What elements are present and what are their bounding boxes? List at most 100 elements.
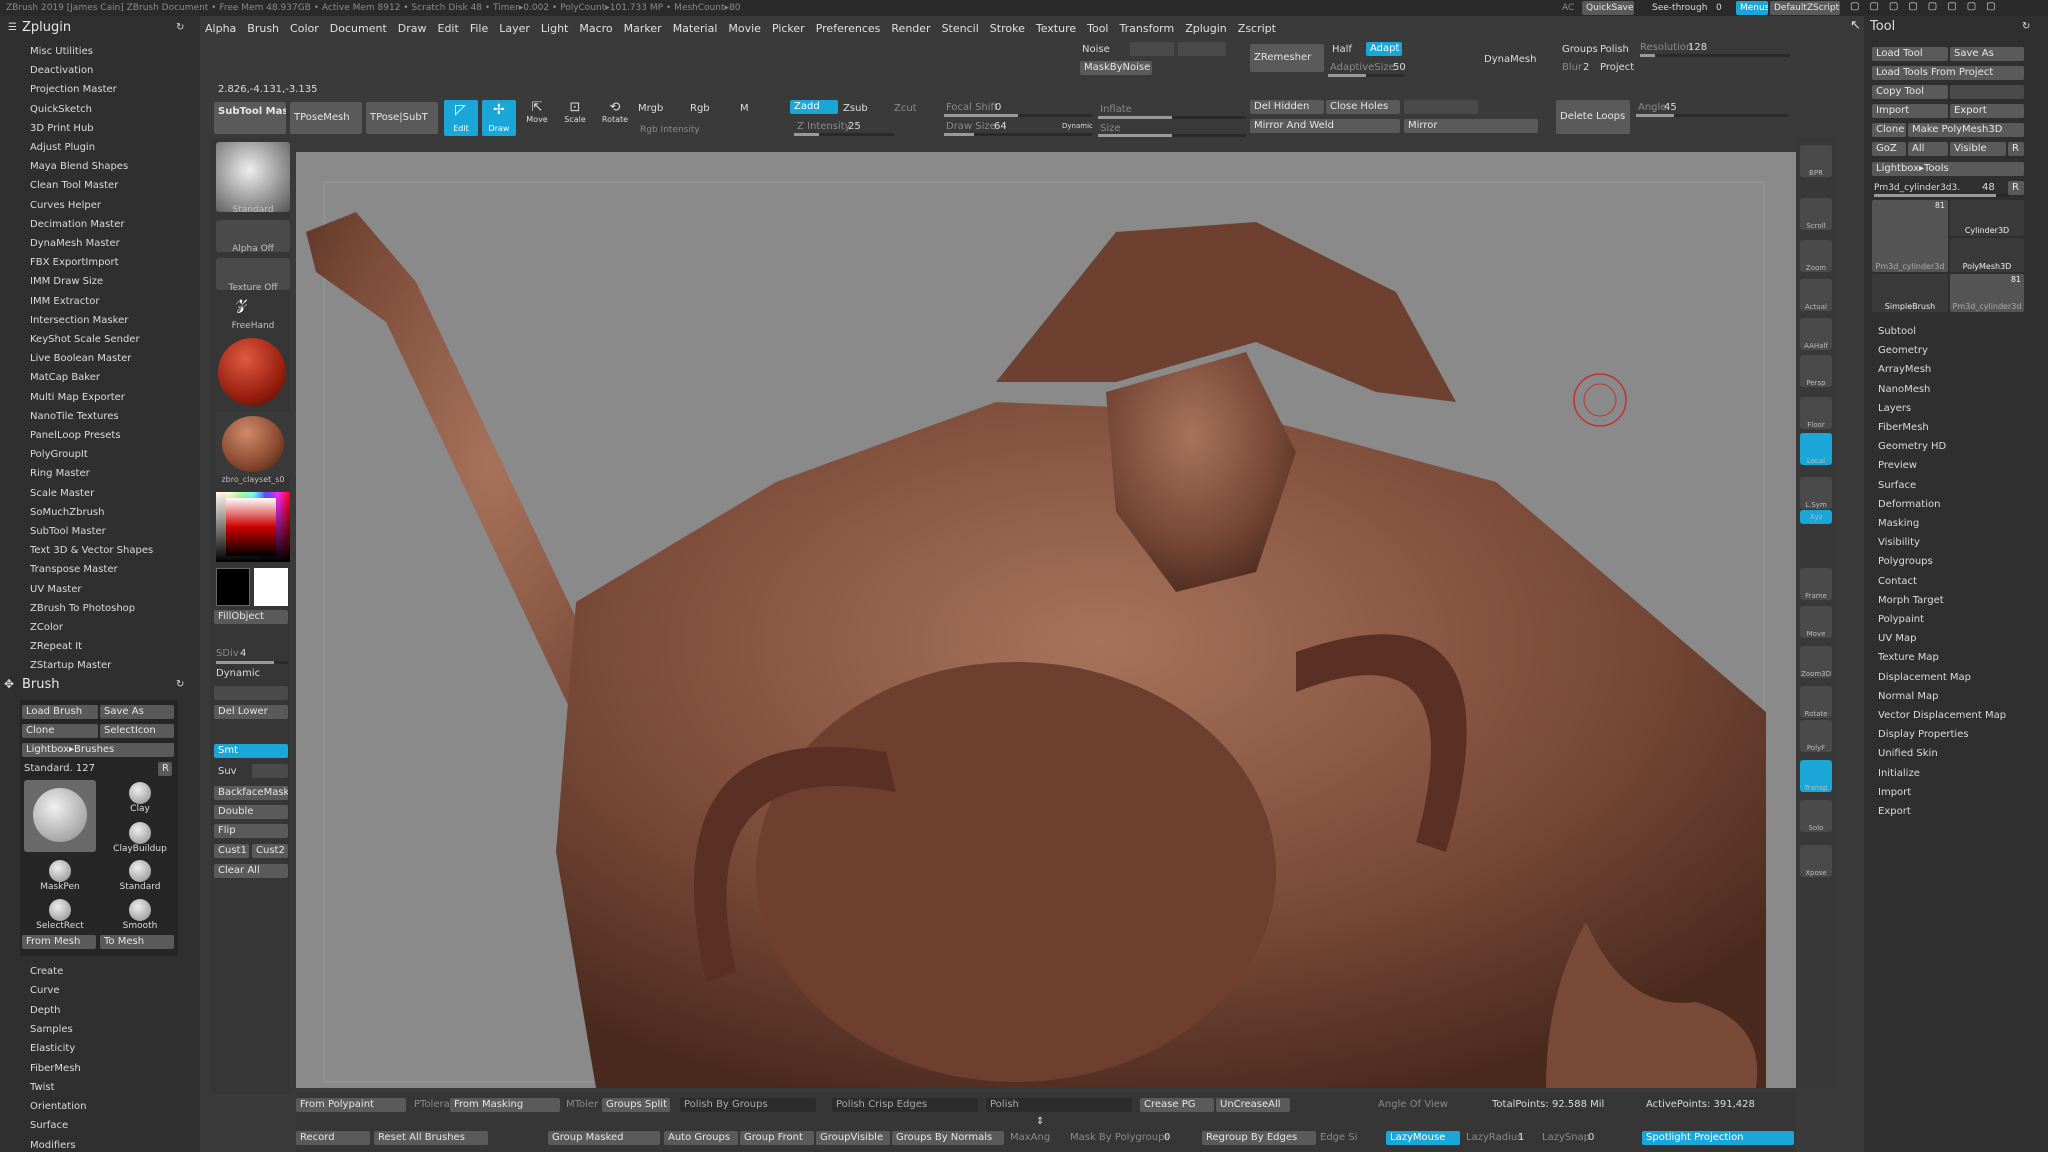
menu-stroke[interactable]: Stroke xyxy=(990,18,1025,40)
menu-brush[interactable]: Brush xyxy=(247,18,279,40)
tool-thumb[interactable]: SimpleBrush xyxy=(1872,274,1948,312)
from-masking-button[interactable]: From Masking xyxy=(450,1098,560,1112)
menu-layer[interactable]: Layer xyxy=(499,18,530,40)
tool-section-initialize[interactable]: Initialize xyxy=(1878,768,1920,779)
del-lower-button[interactable]: Del Lower xyxy=(214,705,288,719)
tool-refresh-icon[interactable]: ↻ xyxy=(2022,21,2030,33)
groups-button[interactable]: Groups xyxy=(1562,44,1598,56)
angle-label[interactable]: Angle xyxy=(1638,102,1666,114)
zcut-button[interactable]: Zcut xyxy=(894,103,917,115)
lazy-snap-label[interactable]: LazySnap xyxy=(1542,1132,1590,1144)
zplugin-item[interactable]: ZStartup Master xyxy=(30,660,111,671)
menu-alpha[interactable]: Alpha xyxy=(205,18,236,40)
zplugin-item[interactable]: MatCap Baker xyxy=(30,372,100,383)
regroup-by-edges-button[interactable]: Regroup By Edges xyxy=(1202,1131,1316,1145)
tool-section-subtool[interactable]: Subtool xyxy=(1878,326,1916,337)
tool-section-normal-map[interactable]: Normal Map xyxy=(1878,691,1938,702)
brush-clone-button[interactable]: Clone xyxy=(22,724,98,738)
zplugin-item[interactable]: Clean Tool Master xyxy=(30,180,118,191)
menu-picker[interactable]: Picker xyxy=(772,18,805,40)
load-brush-button[interactable]: Load Brush xyxy=(22,705,98,719)
to-mesh-button[interactable]: To Mesh xyxy=(100,935,174,949)
zplugin-item[interactable]: FBX ExportImport xyxy=(30,257,119,268)
m-button[interactable]: M xyxy=(740,103,749,115)
lazy-radius-label[interactable]: LazyRadius xyxy=(1466,1132,1522,1144)
lazy-mouse-button[interactable]: LazyMouse xyxy=(1386,1131,1460,1145)
color-picker-field[interactable] xyxy=(226,498,276,556)
brush-refresh-icon[interactable]: ↻ xyxy=(176,679,184,691)
primary-color-swatch[interactable] xyxy=(254,568,288,606)
flip-button[interactable]: Flip xyxy=(214,824,288,838)
zplugin-item[interactable]: PanelLoop Presets xyxy=(30,430,121,441)
tool-section-display-properties[interactable]: Display Properties xyxy=(1878,729,1969,740)
zplugin-refresh-icon[interactable]: ↻ xyxy=(176,22,184,34)
load-tool-button[interactable]: Load Tool xyxy=(1872,47,1948,61)
z-intensity-track[interactable] xyxy=(794,133,894,136)
brush-thumb[interactable]: MaskPen xyxy=(24,858,96,894)
from-polypaint-button[interactable]: From Polypaint xyxy=(296,1098,406,1112)
zplugin-item[interactable]: PolyGroupIt xyxy=(30,449,88,460)
project-button[interactable]: Project xyxy=(1600,62,1634,74)
mtolerance-slider[interactable]: MToler xyxy=(566,1099,598,1111)
brush-section-elasticity[interactable]: Elasticity xyxy=(30,1043,75,1054)
angle-track[interactable] xyxy=(1636,114,1788,117)
zplugin-item[interactable]: Maya Blend Shapes xyxy=(30,161,128,172)
zplugin-item[interactable]: ZColor xyxy=(30,622,63,633)
zplugin-item[interactable]: Ring Master xyxy=(30,468,90,479)
tool-section-deformation[interactable]: Deformation xyxy=(1878,499,1940,510)
clear-all-button[interactable]: Clear All xyxy=(214,864,288,878)
disabled-button[interactable] xyxy=(1404,100,1478,114)
goz-visible-button[interactable]: Visible xyxy=(1950,142,2006,156)
tool-section-visibility[interactable]: Visibility xyxy=(1878,537,1920,548)
tool-section-layers[interactable]: Layers xyxy=(1878,403,1911,414)
angle-of-view-slider[interactable]: Angle Of View xyxy=(1378,1099,1448,1111)
zplugin-item[interactable]: SoMuchZbrush xyxy=(30,507,104,518)
crease-pg-button[interactable]: Crease PG xyxy=(1140,1098,1214,1112)
focal-shift-track[interactable] xyxy=(944,114,1092,117)
polish-slider[interactable]: Polish xyxy=(986,1098,1132,1112)
uncrease-all-button[interactable]: UnCreaseAll xyxy=(1216,1098,1290,1112)
mirror-and-weld-button[interactable]: Mirror And Weld xyxy=(1250,119,1400,133)
menu-render[interactable]: Render xyxy=(891,18,930,40)
mask-by-noise-button[interactable]: MaskByNoise xyxy=(1080,61,1152,75)
quicksave-button[interactable]: QuickSave xyxy=(1582,1,1634,15)
tool-section-nanomesh[interactable]: NanoMesh xyxy=(1878,384,1930,395)
adapt-button[interactable]: Adapt xyxy=(1366,42,1402,56)
brush-thumb[interactable]: SelectRect xyxy=(24,897,96,933)
material-sphere-red[interactable] xyxy=(218,338,286,406)
brush-thumb[interactable]: ClayBuildup xyxy=(104,820,176,856)
dynamic-subdiv-button[interactable]: Dynamic xyxy=(216,668,260,680)
noise-sub-button-1[interactable] xyxy=(1130,42,1174,56)
window-controls-icon[interactable]: ▢▢▢▢▢▢▢▢ xyxy=(1850,1,2006,13)
adaptive-size-label[interactable]: AdaptiveSize xyxy=(1330,62,1395,74)
resolution-track[interactable] xyxy=(1640,54,1790,57)
scale-mode-button[interactable]: ⊡ Scale xyxy=(560,101,590,134)
tool-import-button[interactable]: Import xyxy=(1872,104,1948,118)
paste-tool-button[interactable] xyxy=(1950,85,2024,99)
zsub-button[interactable]: Zsub xyxy=(843,103,868,115)
mirror-button[interactable]: Mirror xyxy=(1404,119,1538,133)
mrgb-button[interactable]: Mrgb xyxy=(638,103,663,115)
delete-loops-button[interactable]: Delete Loops xyxy=(1556,100,1630,134)
zplugin-item[interactable]: Deactivation xyxy=(30,65,93,76)
tool-export-button[interactable]: Export xyxy=(1950,104,2024,118)
freehand-stroke-icon[interactable]: 𝓏 xyxy=(236,288,247,312)
cust2-button[interactable]: Cust2 xyxy=(252,844,288,858)
record-button[interactable]: Record xyxy=(296,1131,370,1145)
zplugin-item[interactable]: Misc Utilities xyxy=(30,46,93,57)
select-icon-button[interactable]: SelectIcon xyxy=(100,724,174,738)
rgb-button[interactable]: Rgb xyxy=(690,103,710,115)
draw-size-track[interactable] xyxy=(944,133,1092,136)
zplugin-item[interactable]: NanoTile Textures xyxy=(30,411,119,422)
sdiv-label[interactable]: SDiv xyxy=(216,648,239,660)
menu-macro[interactable]: Macro xyxy=(579,18,612,40)
tool-thumb[interactable]: Pm3d_cylinder3d 81 xyxy=(1872,200,1948,272)
tool-section-vector-displacement-map[interactable]: Vector Displacement Map xyxy=(1878,710,2006,721)
menu-movie[interactable]: Movie xyxy=(728,18,761,40)
menu-zplugin[interactable]: Zplugin xyxy=(1185,18,1227,40)
brush-panel-title[interactable]: Brush xyxy=(22,677,60,692)
del-hidden-button[interactable]: Del Hidden xyxy=(1250,100,1324,114)
double-button[interactable]: Double xyxy=(214,805,288,819)
lightbox-tools-button[interactable]: Lightbox▸Tools xyxy=(1872,162,2024,176)
tool-section-fibermesh[interactable]: FiberMesh xyxy=(1878,422,1929,433)
